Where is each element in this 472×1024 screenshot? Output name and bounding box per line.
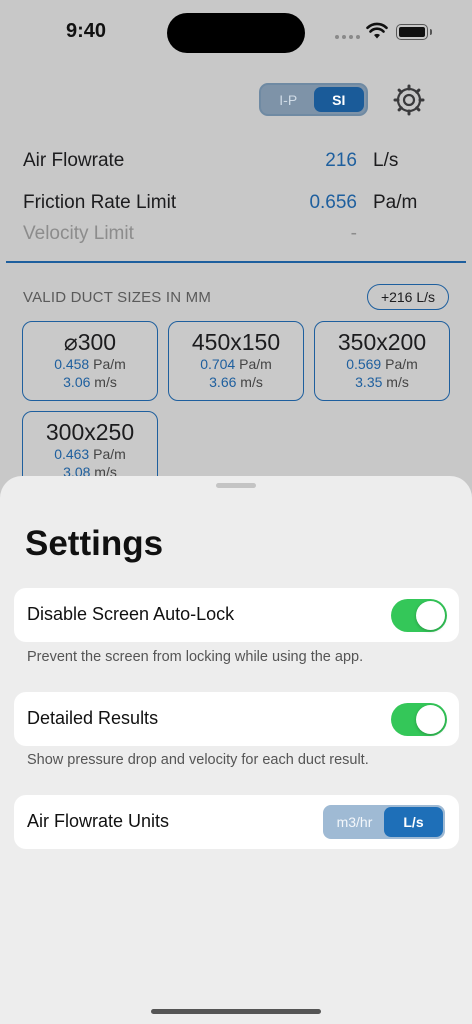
input-divider xyxy=(6,261,466,263)
detailed-results-label: Detailed Results xyxy=(27,708,159,728)
duct-size: ⌀300 xyxy=(63,329,117,355)
duct-friction-unit: Pa/m xyxy=(93,356,126,372)
duct-velocity: 3.06 xyxy=(63,374,91,390)
velocity-limit-label: Velocity Limit xyxy=(23,223,134,244)
duct-friction: 0.704 xyxy=(200,356,236,372)
flow-units-label: Air Flowrate Units xyxy=(27,811,170,831)
dynamic-island xyxy=(167,13,305,53)
duct-result-card[interactable]: 350x200 0.569 Pa/m 3.35 m/s xyxy=(314,321,450,401)
velocity-limit-value[interactable]: - xyxy=(351,223,357,245)
duct-velocity: 3.35 xyxy=(355,374,383,390)
detailed-results-row: Detailed Results xyxy=(14,692,459,746)
settings-sheet: Settings Disable Screen Auto-Lock Preven… xyxy=(0,476,472,1024)
gear-icon[interactable] xyxy=(393,84,425,116)
status-time: 9:40 xyxy=(66,20,107,42)
detailed-results-footer: Show pressure drop and velocity for each… xyxy=(27,752,369,768)
unit-si-segment[interactable]: SI xyxy=(313,87,364,112)
air-flowrate-unit: L/s xyxy=(373,150,399,171)
flow-unit-m3hr-segment[interactable]: m3/hr xyxy=(325,807,384,837)
flow-units-segmented-control[interactable]: m3/hr L/s xyxy=(323,805,445,839)
home-indicator[interactable] xyxy=(151,1009,321,1014)
auto-lock-row: Disable Screen Auto-Lock xyxy=(14,588,459,642)
duct-velocity-unit: m/s xyxy=(240,374,263,390)
results-heading: VALID DUCT SIZES IN MM xyxy=(23,289,212,306)
friction-rate-value[interactable]: 0.656 xyxy=(309,192,357,214)
unit-ip-segment[interactable]: I-P xyxy=(263,87,314,112)
duct-velocity: 3.66 xyxy=(209,374,237,390)
air-flowrate-value[interactable]: 216 xyxy=(325,150,357,172)
duct-size: 300x250 xyxy=(45,419,135,445)
friction-rate-unit: Pa/m xyxy=(373,192,418,213)
duct-velocity-unit: m/s xyxy=(386,374,409,390)
friction-rate-label: Friction Rate Limit xyxy=(23,192,177,213)
duct-velocity-unit: m/s xyxy=(94,374,117,390)
flow-unit-ls-segment[interactable]: L/s xyxy=(384,807,443,837)
duct-result-card[interactable]: 450x150 0.704 Pa/m 3.66 m/s xyxy=(168,321,304,401)
duct-friction: 0.458 xyxy=(54,356,90,372)
duct-size: 350x200 xyxy=(337,329,427,355)
settings-title: Settings xyxy=(25,524,164,563)
flow-units-row: Air Flowrate Units m3/hr L/s xyxy=(14,795,459,849)
duct-friction-unit: Pa/m xyxy=(93,446,126,462)
duct-friction-unit: Pa/m xyxy=(385,356,418,372)
auto-lock-footer: Prevent the screen from locking while us… xyxy=(27,649,364,665)
status-bar: 9:40 xyxy=(0,0,472,64)
air-flowrate-label: Air Flowrate xyxy=(23,150,125,171)
detailed-results-switch[interactable] xyxy=(391,703,447,736)
wifi-icon xyxy=(366,22,388,39)
auto-lock-switch[interactable] xyxy=(391,599,447,632)
duct-size: 450x150 xyxy=(191,329,281,355)
sheet-grabber[interactable] xyxy=(216,483,256,488)
duct-friction: 0.569 xyxy=(346,356,382,372)
flow-badge[interactable]: +216 L/s xyxy=(367,284,449,310)
auto-lock-label: Disable Screen Auto-Lock xyxy=(27,604,235,624)
duct-friction: 0.463 xyxy=(54,446,90,462)
battery-icon xyxy=(396,24,432,40)
duct-friction-unit: Pa/m xyxy=(239,356,272,372)
cellular-signal-icon xyxy=(335,35,360,39)
duct-result-card[interactable]: ⌀300 0.458 Pa/m 3.06 m/s xyxy=(22,321,158,401)
unit-system-toggle[interactable]: I-P SI xyxy=(259,83,368,116)
